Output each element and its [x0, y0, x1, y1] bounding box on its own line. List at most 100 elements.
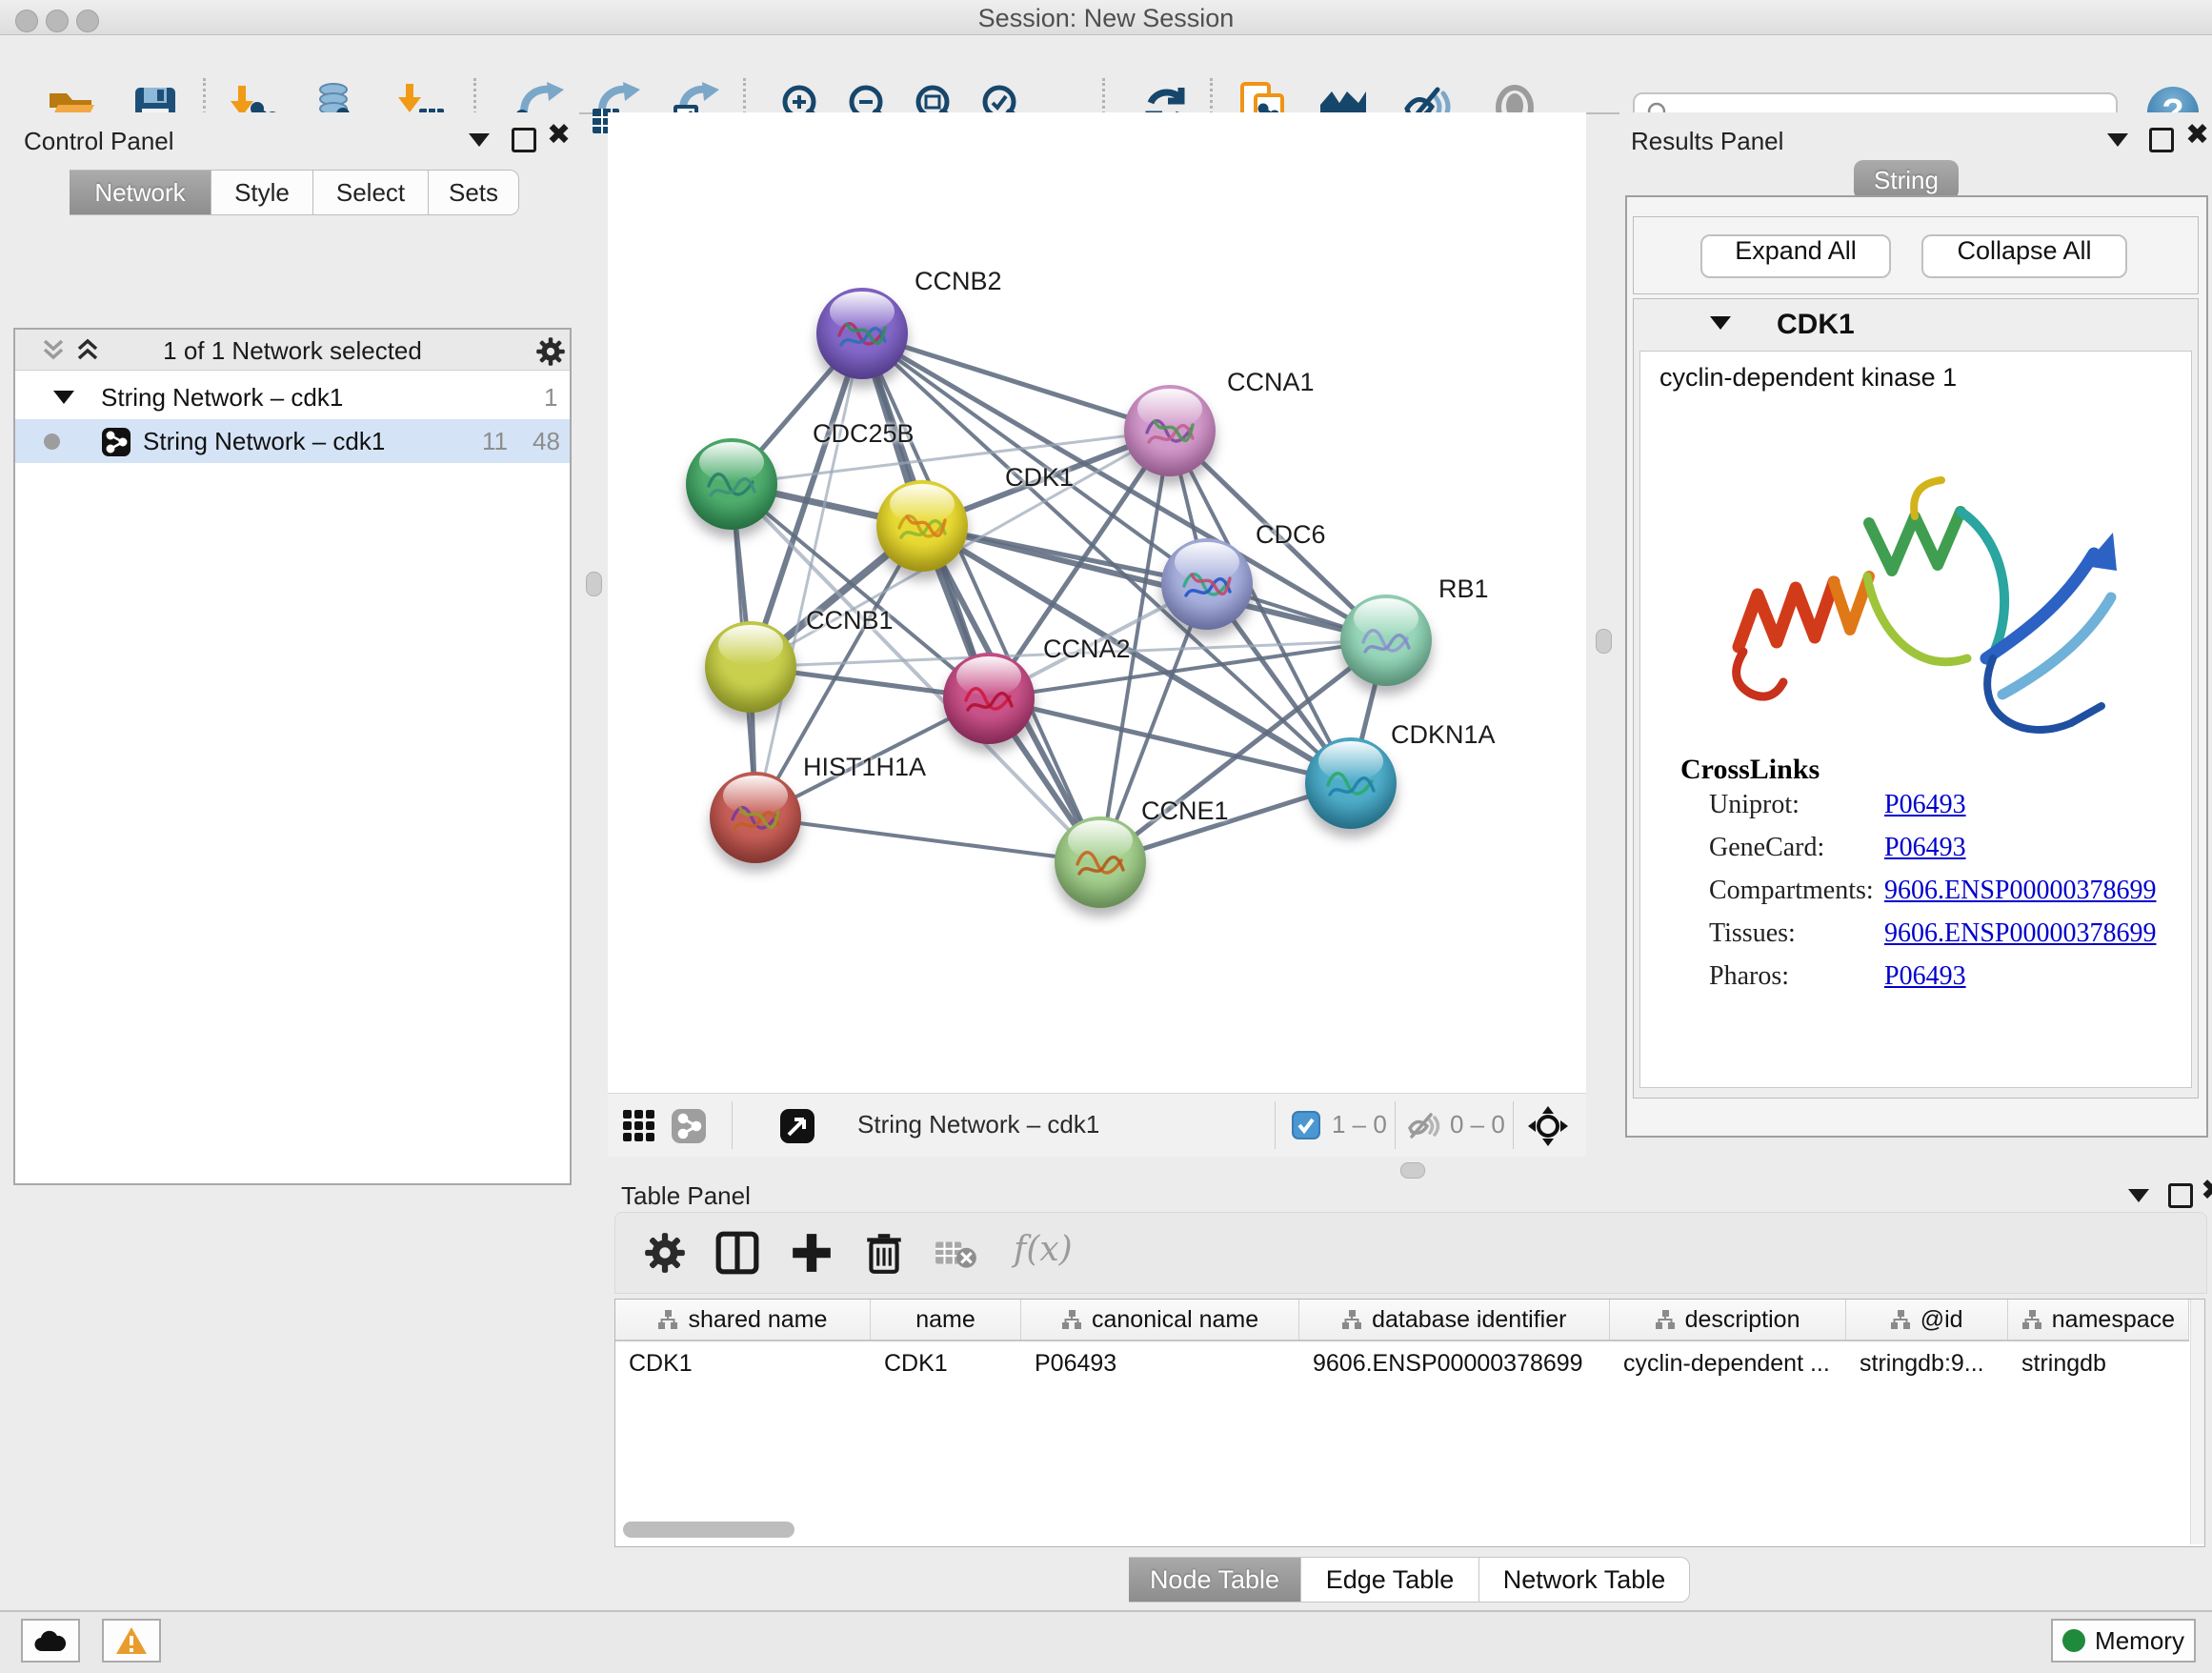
entry-description: cyclin-dependent kinase 1 — [1659, 363, 1957, 393]
node-label-ccna1: CCNA1 — [1227, 368, 1315, 397]
hidden-eye-icon — [1406, 1111, 1442, 1139]
node-label-cdk1: CDK1 — [1005, 463, 1074, 493]
table-cell[interactable]: 9606.ENSP00000378699 — [1299, 1341, 1610, 1385]
protein-ribbon-thumbnail — [1141, 410, 1198, 454]
network-canvas[interactable]: CCNB2CCNA1CDC25BCDK1CDC6RB1CCNB1CCNA2CDK… — [608, 112, 1586, 1093]
control-panel-tabs: Network Style Select Sets — [70, 170, 519, 215]
crosslink-link[interactable]: 9606.ENSP00000378699 — [1884, 876, 2156, 906]
collapse-all-button[interactable]: Collapse All — [1921, 234, 2127, 278]
table-column-header[interactable]: description — [1610, 1300, 1846, 1340]
table-panel-title: Table Panel — [621, 1181, 751, 1211]
expand-all-button[interactable]: Expand All — [1700, 234, 1891, 278]
network-node-ccna1[interactable] — [1124, 385, 1216, 476]
network-node-ccnb1[interactable] — [705, 621, 796, 713]
column-label: canonical name — [1092, 1306, 1258, 1334]
network-node-cdk1[interactable] — [876, 480, 968, 572]
crosslink-link[interactable]: P06493 — [1884, 961, 1966, 992]
panel-float-icon[interactable] — [2149, 128, 2174, 152]
delete-table-icon[interactable] — [934, 1230, 979, 1276]
panel-close-icon[interactable]: ✖ — [2201, 1181, 2212, 1200]
network-edge[interactable] — [755, 817, 1100, 862]
crosslink-label: Compartments: — [1709, 876, 1874, 905]
grid-view-icon[interactable] — [621, 1108, 657, 1144]
crosslink-link[interactable]: P06493 — [1884, 833, 1966, 863]
control-panel-tab[interactable]: Style — [211, 170, 313, 215]
add-column-icon[interactable] — [789, 1230, 835, 1276]
birds-eye-icon[interactable] — [1527, 1105, 1569, 1147]
table-column-header[interactable]: name — [871, 1300, 1021, 1340]
crosslink-row: Pharos: P06493 — [1709, 961, 2176, 992]
horizontal-scrollbar-thumb[interactable] — [623, 1522, 794, 1538]
panel-menu-icon[interactable] — [469, 133, 490, 147]
horizontal-splitter-handle[interactable] — [1400, 1162, 1425, 1179]
network-node-cdc6[interactable] — [1161, 538, 1253, 630]
open-in-window-icon[interactable] — [779, 1108, 815, 1144]
control-panel-tab[interactable]: Network — [70, 170, 211, 215]
panel-float-icon[interactable] — [512, 128, 536, 152]
crosslink-label: Pharos: — [1709, 961, 1789, 991]
network-row-selected[interactable]: String Network – cdk1 11 48 — [15, 419, 570, 463]
tree-expand-icon[interactable] — [53, 391, 74, 404]
table-cell[interactable]: stringdb:9... — [1846, 1341, 2008, 1385]
panel-menu-icon[interactable] — [2107, 133, 2128, 147]
crosslink-label: Uniprot: — [1709, 790, 1800, 819]
delete-column-icon[interactable] — [861, 1230, 907, 1276]
network-edge[interactable] — [862, 333, 1100, 862]
table-cell[interactable]: stringdb — [2008, 1341, 2189, 1385]
network-node-ccna2[interactable] — [943, 653, 1035, 744]
warnings-button[interactable] — [102, 1619, 161, 1663]
table-tab[interactable]: Node Table — [1129, 1557, 1301, 1602]
panel-close-icon[interactable]: ✖ — [547, 126, 571, 145]
table-column-header[interactable]: namespace — [2008, 1300, 2189, 1340]
entry-node-name: CDK1 — [1777, 309, 1855, 341]
entry-collapse-icon[interactable] — [1710, 316, 1731, 330]
crosslink-link[interactable]: P06493 — [1884, 790, 1966, 820]
cloud-status-button[interactable] — [21, 1619, 80, 1663]
function-builder-icon[interactable]: f(x) — [1014, 1230, 1073, 1269]
network-collection-row[interactable]: String Network – cdk1 1 — [15, 375, 570, 419]
table-settings-gear-icon[interactable] — [642, 1230, 688, 1276]
node-label-ccnb2: CCNB2 — [915, 267, 1002, 296]
protein-ribbon-thumbnail — [834, 312, 891, 356]
gear-icon[interactable] — [534, 335, 567, 368]
table-cell[interactable]: CDK1 — [615, 1341, 871, 1385]
network-node-hist1h1a[interactable] — [710, 772, 801, 863]
table-tab[interactable]: Edge Table — [1301, 1557, 1479, 1602]
show-columns-icon[interactable] — [714, 1230, 760, 1276]
table-column-header[interactable]: canonical name — [1021, 1300, 1299, 1340]
panel-float-icon[interactable] — [2168, 1183, 2193, 1208]
network-edge[interactable] — [862, 333, 1170, 431]
tab-string[interactable]: String — [1854, 160, 1959, 200]
panel-menu-icon[interactable] — [2128, 1189, 2149, 1202]
network-status-dot — [44, 433, 60, 450]
left-splitter-handle[interactable] — [586, 572, 602, 596]
network-node-cdkn1a[interactable] — [1305, 737, 1397, 829]
network-edge-count: 48 — [533, 427, 560, 456]
network-node-rb1[interactable] — [1340, 595, 1432, 686]
right-splitter-handle[interactable] — [1596, 629, 1612, 654]
panel-close-icon[interactable]: ✖ — [2185, 126, 2209, 145]
network-node-ccne1[interactable] — [1055, 816, 1146, 908]
network-node-ccnb2[interactable] — [816, 288, 908, 379]
crosslink-link[interactable]: 9606.ENSP00000378699 — [1884, 918, 2156, 949]
control-panel-tab[interactable]: Sets — [429, 170, 519, 215]
network-edge[interactable] — [755, 333, 862, 817]
table-column-header[interactable]: database identifier — [1299, 1300, 1610, 1340]
table-column-header[interactable]: @id — [1846, 1300, 2008, 1340]
network-node-cdc25b[interactable] — [686, 438, 777, 530]
node-entry-header[interactable]: CDK1 — [1634, 299, 2198, 349]
table-row[interactable]: CDK1CDK1P064939606.ENSP00000378699cyclin… — [615, 1341, 2189, 1385]
memory-button[interactable]: Memory — [2051, 1619, 2196, 1663]
selected-checkbox-icon[interactable] — [1292, 1111, 1320, 1139]
network-view-icon[interactable] — [671, 1108, 707, 1144]
table-header-row: shared name name — [615, 1300, 2189, 1341]
vertical-scrollbar-track[interactable] — [2190, 1300, 2204, 1544]
table-tab[interactable]: Network Table — [1479, 1557, 1690, 1602]
table-cell[interactable]: P06493 — [1021, 1341, 1299, 1385]
table-cell[interactable]: CDK1 — [871, 1341, 1021, 1385]
control-panel-tab[interactable]: Select — [313, 170, 429, 215]
node-table: shared name name — [614, 1299, 2205, 1547]
results-panel-title: Results Panel — [1631, 127, 1783, 156]
table-cell[interactable]: cyclin-dependent ... — [1610, 1341, 1846, 1385]
table-column-header[interactable]: shared name — [615, 1300, 871, 1340]
